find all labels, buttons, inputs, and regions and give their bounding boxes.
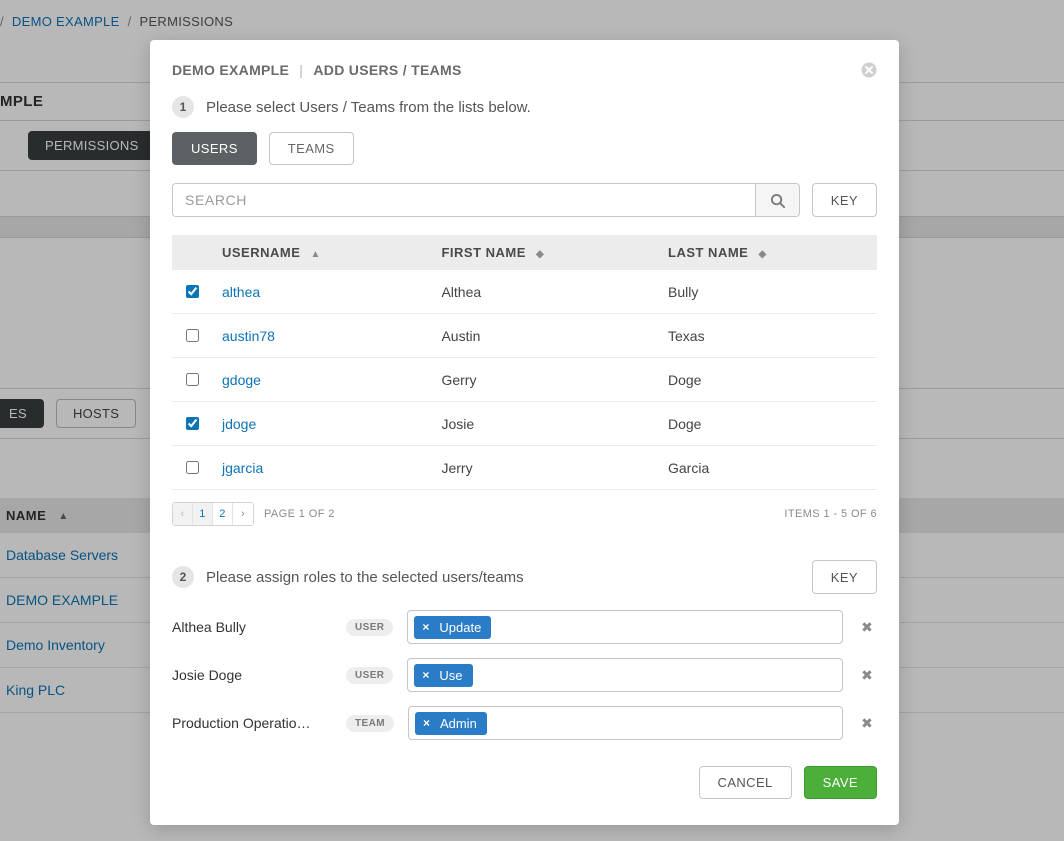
first-name-cell: Jerry	[431, 446, 658, 490]
col-username-label: USERNAME	[222, 245, 300, 260]
user-checkbox[interactable]	[186, 417, 199, 430]
last-name-cell: Doge	[658, 402, 877, 446]
user-checkbox[interactable]	[186, 373, 199, 386]
save-button[interactable]: SAVE	[804, 766, 877, 799]
first-name-cell: Josie	[431, 402, 658, 446]
username-link[interactable]: jdoge	[222, 416, 256, 432]
step-1-text: Please select Users / Teams from the lis…	[206, 99, 531, 116]
table-row: austin78 AustinTexas	[172, 314, 877, 358]
table-row: jdoge JosieDoge	[172, 402, 877, 446]
role-tag: × Use	[414, 664, 472, 687]
remove-assignment-icon[interactable]: ✖	[857, 619, 877, 636]
table-row: jgarcia JerryGarcia	[172, 446, 877, 490]
remove-assignment-icon[interactable]: ✖	[857, 715, 877, 732]
pager-items-text: ITEMS 1 - 5 OF 6	[784, 508, 877, 520]
modal-title-divider: |	[299, 62, 303, 78]
search-input[interactable]	[173, 184, 755, 216]
assignment-type-badge: USER	[346, 619, 393, 636]
sort-icon: ◆	[758, 249, 766, 260]
sort-icon: ◆	[536, 249, 544, 260]
username-link[interactable]: gdoge	[222, 372, 261, 388]
step-2-badge: 2	[172, 566, 194, 588]
sort-asc-icon: ▲	[311, 249, 321, 260]
step-1-badge: 1	[172, 96, 194, 118]
user-checkbox[interactable]	[186, 461, 199, 474]
modal-title-org: DEMO EXAMPLE	[172, 62, 289, 78]
tab-users[interactable]: USERS	[172, 132, 257, 165]
assignment-list: Althea Bully USER × Update ✖ Josie Doge USER × U…	[172, 610, 877, 740]
step-1: 1 Please select Users / Teams from the l…	[172, 96, 877, 118]
pager-page-text: PAGE 1 OF 2	[264, 508, 335, 520]
col-username[interactable]: USERNAME ▲	[212, 235, 431, 270]
username-link[interactable]: austin78	[222, 328, 275, 344]
assignment-type-badge: USER	[346, 667, 393, 684]
step-2: 2 Please assign roles to the selected us…	[172, 560, 877, 594]
role-input[interactable]: × Admin	[408, 706, 843, 740]
assignment-name: Josie Doge	[172, 667, 332, 683]
step-2-text: Please assign roles to the selected user…	[206, 569, 524, 586]
remove-tag-icon[interactable]: ×	[422, 620, 429, 634]
key-button-top[interactable]: KEY	[812, 183, 877, 217]
assignment-name: Althea Bully	[172, 619, 332, 635]
role-tag-label: Use	[439, 668, 462, 683]
add-users-teams-modal: DEMO EXAMPLE | ADD USERS / TEAMS 1 Pleas…	[150, 40, 899, 825]
col-firstname[interactable]: FIRST NAME ◆	[431, 235, 658, 270]
pager-next[interactable]: ›	[233, 503, 253, 525]
role-input[interactable]: × Use	[407, 658, 843, 692]
modal-title: DEMO EXAMPLE | ADD USERS / TEAMS	[172, 62, 462, 78]
last-name-cell: Doge	[658, 358, 877, 402]
chevron-left-icon: ‹	[180, 508, 184, 520]
search-group	[172, 183, 800, 217]
first-name-cell: Austin	[431, 314, 658, 358]
pager: ‹ 1 2 › PAGE 1 OF 2	[172, 502, 335, 526]
remove-tag-icon[interactable]: ×	[423, 716, 430, 730]
pager-prev[interactable]: ‹	[173, 503, 193, 525]
chevron-right-icon: ›	[241, 508, 245, 520]
role-input[interactable]: × Update	[407, 610, 843, 644]
search-icon	[770, 193, 785, 208]
modal-title-action: ADD USERS / TEAMS	[313, 62, 461, 78]
tab-teams[interactable]: TEAMS	[269, 132, 354, 165]
first-name-cell: Gerry	[431, 358, 658, 402]
last-name-cell: Bully	[658, 270, 877, 314]
search-button[interactable]	[755, 184, 799, 216]
last-name-cell: Garcia	[658, 446, 877, 490]
modal-footer: CANCEL SAVE	[172, 766, 877, 799]
pager-page-2[interactable]: 2	[213, 503, 233, 525]
role-tag-label: Update	[439, 620, 481, 635]
username-link[interactable]: jgarcia	[222, 460, 263, 476]
assignment-row: Production Operatio… TEAM × Admin ✖	[172, 706, 877, 740]
col-lastname-label: LAST NAME	[668, 245, 748, 260]
assignment-type-badge: TEAM	[346, 715, 394, 732]
role-tag: × Admin	[415, 712, 487, 735]
assignment-row: Josie Doge USER × Use ✖	[172, 658, 877, 692]
username-link[interactable]: althea	[222, 284, 260, 300]
col-firstname-label: FIRST NAME	[441, 245, 525, 260]
users-table: USERNAME ▲ FIRST NAME ◆ LAST NAME ◆ alth…	[172, 235, 877, 490]
first-name-cell: Althea	[431, 270, 658, 314]
users-teams-tabs: USERS TEAMS	[172, 132, 877, 165]
remove-tag-icon[interactable]: ×	[422, 668, 429, 682]
user-checkbox[interactable]	[186, 329, 199, 342]
role-tag: × Update	[414, 616, 491, 639]
table-row: althea AltheaBully	[172, 270, 877, 314]
pager-page-1[interactable]: 1	[193, 503, 213, 525]
last-name-cell: Texas	[658, 314, 877, 358]
user-checkbox[interactable]	[186, 285, 199, 298]
assignment-row: Althea Bully USER × Update ✖	[172, 610, 877, 644]
role-tag-label: Admin	[440, 716, 477, 731]
close-icon[interactable]	[861, 62, 877, 78]
remove-assignment-icon[interactable]: ✖	[857, 667, 877, 684]
table-row: gdoge GerryDoge	[172, 358, 877, 402]
key-button-bottom[interactable]: KEY	[812, 560, 877, 594]
assignment-name: Production Operatio…	[172, 715, 332, 731]
col-lastname[interactable]: LAST NAME ◆	[658, 235, 877, 270]
cancel-button[interactable]: CANCEL	[699, 766, 792, 799]
col-checkbox	[172, 235, 212, 270]
